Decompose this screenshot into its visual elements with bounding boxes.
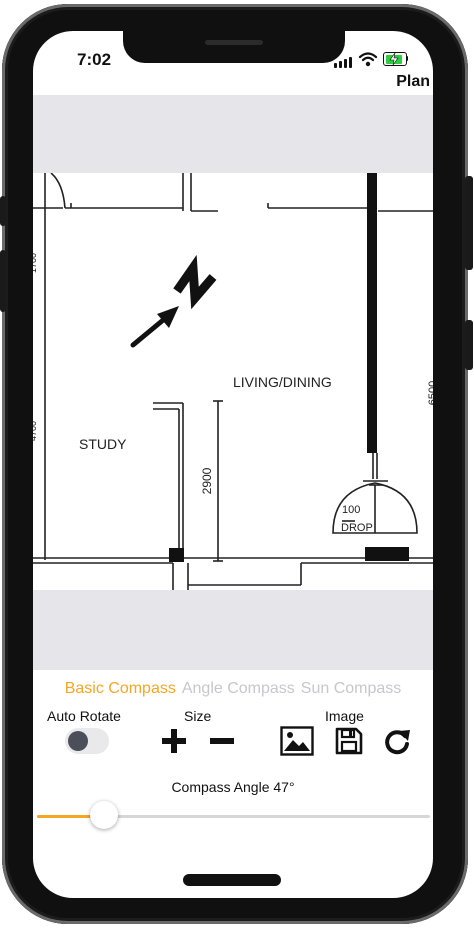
signal-icon bbox=[334, 57, 352, 68]
battery-tip bbox=[406, 56, 408, 61]
compass-tabs: Basic Compass Angle Compass Sun Compass bbox=[33, 680, 433, 698]
notch bbox=[123, 31, 345, 63]
image-label: Image bbox=[325, 708, 364, 724]
tab-angle-compass[interactable]: Angle Compass bbox=[182, 680, 295, 698]
rotate-icon[interactable] bbox=[383, 728, 411, 756]
canvas-bottom-band bbox=[33, 590, 433, 670]
dimension-6500: 6500 bbox=[427, 381, 433, 405]
plan-button[interactable]: Plan bbox=[396, 73, 430, 91]
tab-basic-compass[interactable]: Basic Compass bbox=[65, 680, 176, 698]
room-label-study: STUDY bbox=[79, 436, 127, 452]
wifi-icon bbox=[358, 52, 378, 67]
column-block bbox=[169, 548, 184, 562]
compass-angle-label: Compass Angle 47° bbox=[171, 779, 295, 795]
power-button bbox=[465, 176, 473, 270]
slider-thumb[interactable] bbox=[89, 801, 118, 829]
drop-label: DROP bbox=[341, 522, 373, 534]
battery-charging-icon bbox=[383, 52, 407, 66]
tab-sun-compass[interactable]: Sun Compass bbox=[301, 680, 402, 698]
volume-up-button bbox=[0, 250, 6, 312]
room-label-living-dining: LIVING/DINING bbox=[233, 374, 332, 390]
floor-plan-drawing: 1700 4700 6500 2900 LIVING/DINING STUDY … bbox=[33, 172, 433, 591]
dimension-1700: 1700 bbox=[33, 253, 38, 273]
wall-segment bbox=[367, 173, 377, 453]
toggle-knob bbox=[68, 731, 88, 751]
volume-down-button bbox=[465, 320, 473, 370]
speaker bbox=[205, 40, 263, 45]
status-time: 7:02 bbox=[77, 50, 112, 69]
image-icon[interactable] bbox=[280, 726, 314, 756]
column-block bbox=[365, 547, 409, 561]
dimension-2900: 2900 bbox=[200, 467, 214, 494]
north-compass-icon[interactable] bbox=[130, 254, 217, 348]
drop-dimension: 100 bbox=[342, 504, 360, 516]
save-icon[interactable] bbox=[335, 727, 363, 755]
mute-switch bbox=[0, 196, 6, 226]
auto-rotate-toggle[interactable] bbox=[65, 728, 109, 754]
size-label: Size bbox=[184, 708, 212, 724]
floor-plan-canvas[interactable]: 1700 4700 6500 2900 LIVING/DINING STUDY … bbox=[33, 172, 433, 591]
dimension-4700: 4700 bbox=[33, 421, 38, 441]
home-indicator[interactable] bbox=[183, 874, 281, 886]
canvas-top-band bbox=[33, 95, 433, 173]
minus-icon[interactable] bbox=[209, 728, 235, 754]
app-screen: 7:02 Plan 1700 4700 6500 2900 LIVING/DIN… bbox=[33, 31, 433, 898]
auto-rotate-label: Auto Rotate bbox=[47, 708, 121, 724]
plus-icon[interactable] bbox=[161, 728, 187, 754]
